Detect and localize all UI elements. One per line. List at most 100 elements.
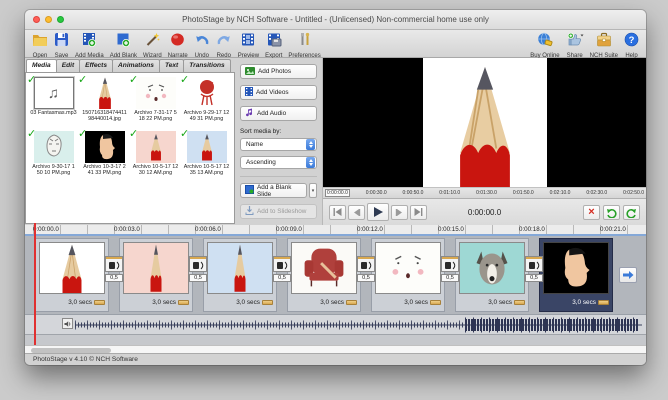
duration-button[interactable] [346, 299, 357, 305]
add-videos-button[interactable]: Add Videos [240, 85, 317, 100]
export-button[interactable]: Export [262, 31, 285, 59]
transition-duration: 0,5 [525, 274, 543, 282]
transition-1[interactable]: 0,5 [105, 238, 123, 312]
transition-icon [190, 259, 206, 271]
preview-slide-image [422, 58, 547, 187]
wizard-button[interactable]: Wizard [140, 31, 165, 59]
media-item-pencil-pink[interactable]: ✓ Archivo 10-5-17 12 30 12 AM.png [129, 128, 181, 183]
timeline-slide-2[interactable]: 3,0 secs [119, 238, 193, 312]
transition-icon [358, 259, 374, 271]
music-note-icon: ♫ [47, 84, 60, 102]
media-item-pencil-white[interactable]: ✓ 150716318474411 98440014.jpg [78, 74, 130, 129]
media-item-profile[interactable]: ✓ Archivo 10-3-17 2 41 33 PM.png [78, 128, 130, 183]
timeline-slide-7-selected[interactable]: 3,0 secs [539, 238, 613, 312]
timeline-slide-1[interactable]: 3,0 secs [35, 238, 109, 312]
check-icon: ✓ [129, 74, 139, 86]
video-icon [245, 87, 253, 98]
tab-media[interactable]: Media [26, 59, 57, 72]
media-bin-panel: Media Edit Effects Animations Text Trans… [25, 58, 235, 225]
audio-waveform [61, 316, 642, 333]
preview-panel: 0:00:00.0 0:00:30.0 0:00:50.0 0:01:10.0 … [322, 58, 646, 225]
rotate-right-button[interactable] [623, 204, 640, 220]
append-slide-arrow-button[interactable] [619, 267, 637, 283]
media-actions-panel: Add Photos Add Videos Add Audio Sort med… [235, 58, 322, 225]
narrate-button[interactable]: Narrate [165, 31, 191, 59]
window-title: PhotoStage by NCH Software - Untitled - … [182, 15, 489, 24]
open-button[interactable]: Open [29, 31, 51, 59]
duration-button[interactable] [598, 299, 609, 305]
timeline-slide-3[interactable]: 3,0 secs [203, 238, 277, 312]
preview-button[interactable]: Preview [235, 31, 262, 59]
photo-icon [245, 66, 255, 77]
tab-transitions[interactable]: Transitions [183, 59, 231, 72]
add-audio-button[interactable]: Add Audio [240, 106, 317, 121]
tab-edit[interactable]: Edit [55, 59, 81, 72]
timeline-slide-4[interactable]: 3,0 secs [287, 238, 361, 312]
audio-track[interactable] [25, 314, 646, 334]
tab-effects[interactable]: Effects [79, 59, 114, 72]
preferences-button[interactable]: Preferences [285, 31, 323, 59]
timeline-tracks: 3,0 secs 0,5 3,0 secs 0,5 3,0 secs 0,5 3… [25, 223, 646, 345]
media-item-face[interactable]: ✓ Archivo 7-31-17 5 18 22 PM.png [129, 74, 181, 129]
add-photos-button[interactable]: Add Photos [240, 64, 317, 79]
media-item-audio[interactable]: ✓ ♫ 03 Fantasmas.mp3 [27, 74, 79, 129]
check-icon: ✓ [78, 128, 88, 140]
add-blank-button[interactable]: Add Blank [107, 31, 140, 59]
toolbox-icon [596, 32, 612, 52]
sort-field-dropdown[interactable]: Name [240, 138, 317, 151]
buy-online-button[interactable]: Buy Online [527, 31, 562, 59]
preview-scrubber[interactable]: 0:00:00.0 0:00:30.0 0:00:50.0 0:01:10.0 … [323, 187, 646, 199]
media-item-sketch[interactable]: ✓ Archivo 9-30-17 1 50 10 PM.png [27, 128, 79, 183]
undo-button[interactable]: Undo [191, 31, 213, 59]
sort-order-dropdown[interactable]: Ascending [240, 156, 317, 169]
transition-3[interactable]: 0,5 [273, 238, 291, 312]
tab-text[interactable]: Text [158, 59, 185, 72]
duration-button[interactable] [94, 299, 105, 305]
help-button[interactable]: ? Help [621, 31, 642, 59]
timeline-slide-6[interactable]: 3,0 secs [455, 238, 529, 312]
folder-open-icon [32, 32, 48, 52]
delete-button[interactable]: × [583, 204, 600, 220]
add-to-slideshow-button[interactable]: Add to Slideshow [240, 204, 317, 219]
add-blank-slide-button[interactable]: Add a Blank Slide [240, 183, 307, 198]
transition-4[interactable]: 0,5 [357, 238, 375, 312]
share-button[interactable]: Share [563, 31, 587, 59]
duration-button[interactable] [262, 299, 273, 305]
add-media-button[interactable]: Add Media [72, 31, 107, 59]
transition-duration: 0,5 [273, 274, 291, 282]
redo-button[interactable]: Redo [213, 31, 235, 59]
transition-5[interactable]: 0,5 [441, 238, 459, 312]
timeline-ruler[interactable]: 0:00:00.0 0:00:03.0 0:00:06.0 0:00:09.0 … [25, 225, 646, 236]
preview-screen [323, 58, 646, 187]
duration-button[interactable] [430, 299, 441, 305]
status-bar: PhotoStage v 4.10 © NCH Software [25, 353, 646, 365]
duration-button[interactable] [514, 299, 525, 305]
transition-icon [274, 259, 290, 271]
media-item-red-figure[interactable]: ✓ Archivo 9-29-17 12 49 31 PM.png [180, 74, 232, 129]
check-icon: ✓ [78, 74, 88, 86]
add-blank-slide-menu-button[interactable]: ▾ [309, 183, 317, 198]
scrollbar-thumb[interactable] [31, 347, 111, 353]
redo-icon [216, 32, 232, 52]
media-grid: ✓ ♫ 03 Fantasmas.mp3 ✓ 150716318474411 9… [25, 72, 235, 224]
delete-x-icon: × [588, 205, 595, 218]
transition-6[interactable]: 0,5 [525, 238, 543, 312]
duration-button[interactable] [178, 299, 189, 305]
playhead[interactable] [34, 223, 36, 345]
nch-suite-button[interactable]: NCH Suite [587, 31, 621, 59]
undo-icon [194, 32, 210, 52]
transition-2[interactable]: 0,5 [189, 238, 207, 312]
add-blank-icon [115, 32, 131, 52]
save-button[interactable]: Save [51, 31, 72, 59]
tab-animations[interactable]: Animations [112, 59, 160, 72]
timeline-slide-5[interactable]: 3,0 secs [371, 238, 445, 312]
media-item-pencil-blue[interactable]: ✓ Archivo 10-5-17 12 35 13 AM.png [180, 128, 232, 183]
dropdown-stepper-icon [306, 139, 315, 150]
divider [240, 176, 317, 177]
transition-duration: 0,5 [357, 274, 375, 282]
empty-track[interactable] [25, 334, 646, 345]
transition-icon [106, 259, 122, 271]
sort-media-label: Sort media by: [240, 128, 282, 135]
rotate-left-button[interactable] [603, 204, 620, 220]
speaker-icon[interactable] [62, 318, 73, 329]
